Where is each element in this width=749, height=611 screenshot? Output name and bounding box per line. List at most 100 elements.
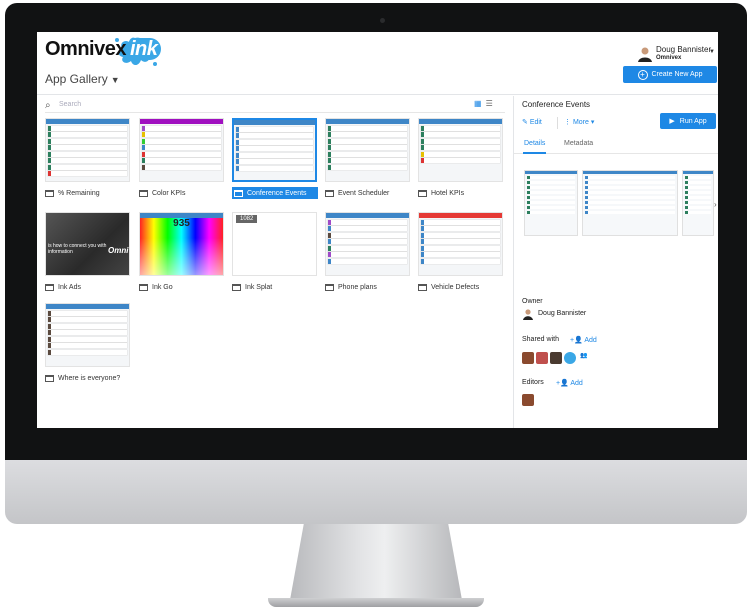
- app-card-label: Ink Splat: [232, 281, 272, 293]
- app-card-label: Conference Events: [232, 187, 318, 199]
- ink-ads-logo-text: Omni: [108, 246, 129, 255]
- app-window-icon: [418, 189, 427, 197]
- app-window-icon: [45, 283, 54, 291]
- more-vert-icon: ⋮: [564, 119, 573, 126]
- app-window-icon: [325, 189, 334, 197]
- app-card[interactable]: Hotel KPIs: [418, 118, 506, 203]
- app-name: Vehicle Defects: [431, 283, 480, 291]
- app-name: Event Scheduler: [338, 189, 390, 197]
- play-icon: ▶: [669, 118, 675, 125]
- chevron-right-icon[interactable]: ›: [714, 200, 717, 209]
- user-name: Doug Bannister: [656, 45, 712, 54]
- app-window-icon: [139, 283, 148, 291]
- app-thumbnail: [232, 118, 317, 182]
- pencil-icon: ✎: [522, 119, 530, 126]
- panel-tabs: Details Metadata: [514, 136, 718, 154]
- editor-avatar[interactable]: [522, 394, 534, 406]
- panel-title: Conference Events: [522, 100, 591, 109]
- app-thumbnail: [325, 118, 410, 182]
- avatar: [638, 47, 652, 62]
- app-card[interactable]: Vehicle Defects: [418, 212, 506, 297]
- app-card-label: Hotel KPIs: [418, 187, 464, 199]
- plus-circle-icon: +: [637, 69, 648, 80]
- app-window-icon: [418, 283, 427, 291]
- app-card[interactable]: Where is everyone?: [45, 303, 133, 403]
- app-thumbnail: [418, 118, 503, 182]
- app-card[interactable]: 1082 Ink Splat: [232, 212, 320, 297]
- app-thumbnail: [45, 118, 130, 182]
- app-card[interactable]: % Remaining: [45, 118, 133, 203]
- shared-user-avatar[interactable]: [522, 352, 534, 364]
- app-name: Phone plans: [338, 283, 377, 291]
- shared-group-icon[interactable]: [564, 352, 576, 364]
- grid-view-icon[interactable]: ▦: [474, 99, 486, 108]
- edit-button[interactable]: ✎ Edit: [522, 118, 542, 126]
- run-app-label: Run App: [679, 117, 707, 125]
- preview-thumbnail[interactable]: [682, 170, 714, 236]
- app-thumbnail: [139, 118, 224, 182]
- owner-name: Doug Bannister: [538, 310, 587, 317]
- app-gallery-menu[interactable]: App Gallery ▼: [45, 72, 120, 86]
- app-name: Ink Ads: [58, 283, 81, 291]
- ink-go-value: 935: [173, 218, 190, 229]
- app-window-icon: [234, 189, 243, 197]
- owner-avatar: [523, 309, 533, 320]
- app-window-icon: [325, 283, 334, 291]
- view-toggle: ▦☰: [474, 99, 497, 108]
- app-card[interactable]: Phone plans: [325, 212, 413, 297]
- tab-metadata[interactable]: Metadata: [564, 140, 593, 147]
- more-button[interactable]: ⋮ More ▾: [564, 118, 594, 126]
- app-screen: Omnivex ink App Gallery ▼ Doug Bannister O…: [37, 32, 718, 428]
- app-card-label: Phone plans: [325, 281, 377, 293]
- app-card[interactable]: Event Scheduler: [325, 118, 413, 203]
- people-icon[interactable]: 👥: [578, 352, 590, 364]
- preview-thumbnail[interactable]: [582, 170, 678, 236]
- shared-with-label: Shared with: [522, 336, 559, 343]
- create-new-app-button[interactable]: + Create New App: [623, 66, 717, 83]
- shared-user-avatar[interactable]: [550, 352, 562, 364]
- camera-dot: [380, 18, 385, 23]
- caret-down-icon: ▾: [588, 119, 595, 126]
- monitor-chin: [5, 460, 747, 524]
- run-app-button[interactable]: ▶ Run App: [660, 113, 716, 129]
- create-new-app-label: Create New App: [651, 71, 703, 78]
- user-menu[interactable]: Doug Bannister Omnivex ▼: [637, 44, 715, 68]
- app-card-selected[interactable]: Conference Events: [232, 118, 320, 203]
- logo-ink-text: ink: [125, 38, 162, 60]
- app-name: Hotel KPIs: [431, 189, 465, 197]
- app-name: % Remaining: [58, 189, 100, 197]
- monitor-stand: [290, 524, 462, 600]
- add-label: Add: [584, 337, 597, 344]
- tab-details[interactable]: Details: [522, 140, 547, 154]
- add-editor-button[interactable]: +👤 Add: [556, 379, 583, 387]
- app-card-label: Ink Go: [139, 281, 173, 293]
- shared-user-avatar[interactable]: [536, 352, 548, 364]
- app-card-label: Where is everyone?: [45, 372, 120, 384]
- app-details-panel: Conference Events ✎ Edit ⋮ More ▾ ▶ Run A…: [513, 96, 718, 428]
- app-thumbnail: 1082: [232, 212, 317, 276]
- preview-thumbnail[interactable]: [524, 170, 578, 236]
- user-org: Omnivex: [656, 55, 682, 61]
- app-card[interactable]: is how to connect you with information O…: [45, 212, 133, 297]
- add-shared-button[interactable]: +👤 Add: [570, 336, 597, 344]
- app-card[interactable]: 935 Ink Go: [139, 212, 227, 297]
- app-name: Ink Go: [152, 283, 173, 291]
- app-card-label: % Remaining: [45, 187, 100, 199]
- app-name: Where is everyone?: [58, 374, 121, 382]
- add-label: Add: [570, 380, 583, 387]
- app-card-label: Color KPIs: [139, 187, 185, 199]
- app-thumbnail: is how to connect you with information O…: [45, 212, 130, 276]
- add-person-icon: +👤: [556, 380, 571, 387]
- app-card[interactable]: Color KPIs: [139, 118, 227, 203]
- search-bar[interactable]: ⌕ Search: [45, 99, 505, 113]
- monitor-scene: Omnivex ink App Gallery ▼ Doug Bannister O…: [0, 0, 749, 611]
- search-input[interactable]: Search: [59, 101, 81, 108]
- app-name: Color KPIs: [152, 189, 186, 197]
- search-icon: ⌕: [45, 100, 51, 111]
- brand-logo[interactable]: Omnivex ink: [45, 38, 162, 61]
- app-thumbnail: 935: [139, 212, 224, 276]
- app-card-label: Ink Ads: [45, 281, 81, 293]
- chevron-down-icon: ▼: [709, 49, 715, 55]
- list-view-icon[interactable]: ☰: [486, 99, 497, 108]
- owner-label: Owner: [522, 298, 543, 305]
